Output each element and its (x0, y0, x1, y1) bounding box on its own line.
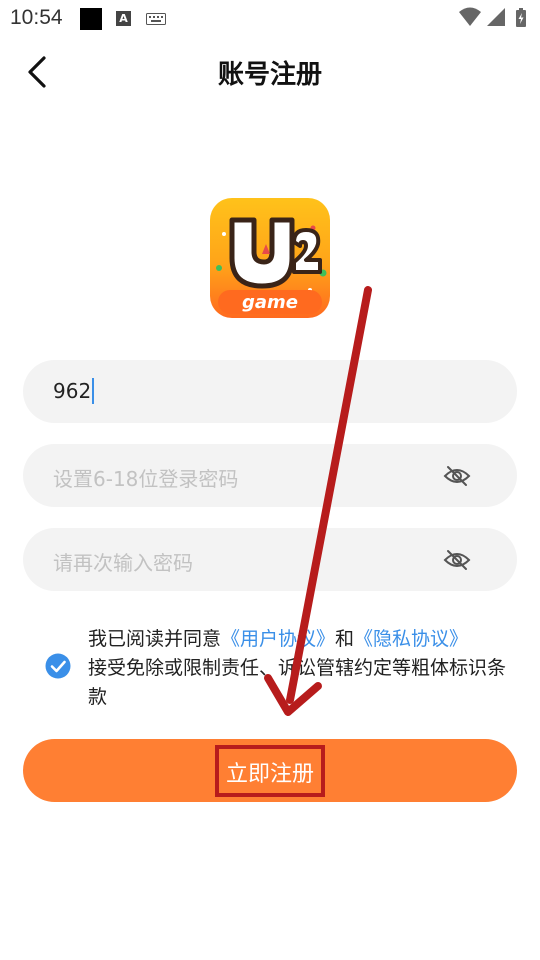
notification-square-icon (80, 8, 102, 30)
wifi-icon (459, 7, 481, 26)
keyboard-icon (146, 13, 166, 25)
eye-off-icon[interactable] (443, 547, 471, 573)
eye-off-icon[interactable] (443, 463, 471, 489)
privacy-agreement-link[interactable]: 《隐私协议》 (354, 628, 468, 650)
password-field[interactable]: 设置6-18位登录密码 (23, 444, 517, 507)
account-input-value: 962 (53, 377, 95, 404)
text-cursor (92, 377, 95, 404)
page-title: 账号注册 (217, 60, 322, 90)
annotation-highlight-box (215, 745, 325, 797)
battery-charging-icon (516, 8, 526, 27)
password-placeholder: 设置6-18位登录密码 (53, 467, 239, 491)
account-field[interactable]: 962 (23, 360, 517, 423)
signal-icon (487, 8, 505, 26)
register-button[interactable]: 立即注册 (23, 739, 517, 802)
status-bar: 10:54 A (0, 0, 540, 36)
status-time: 10:54 (10, 6, 63, 29)
agreement-checkbox[interactable] (45, 653, 71, 679)
agreement-prefix: 我已阅读并同意 (88, 628, 222, 650)
header: 账号注册 (0, 40, 540, 104)
agreement-suffix: 接受免除或限制责任、诉讼管辖约定等粗体标识条款 (88, 657, 507, 708)
app-logo: game (210, 198, 330, 318)
logo-game-text: game (242, 292, 298, 313)
confirm-password-placeholder: 请再次输入密码 (53, 551, 193, 575)
agreement-and: 和 (335, 628, 355, 650)
status-right-icons (459, 7, 526, 27)
user-agreement-link[interactable]: 《用户协议》 (221, 628, 335, 650)
a-notification-icon: A (116, 11, 131, 26)
agreement-text: 我已阅读并同意《用户协议》和《隐私协议》接受免除或限制责任、诉讼管辖约定等粗体标… (88, 625, 508, 712)
confirm-password-field[interactable]: 请再次输入密码 (23, 528, 517, 591)
